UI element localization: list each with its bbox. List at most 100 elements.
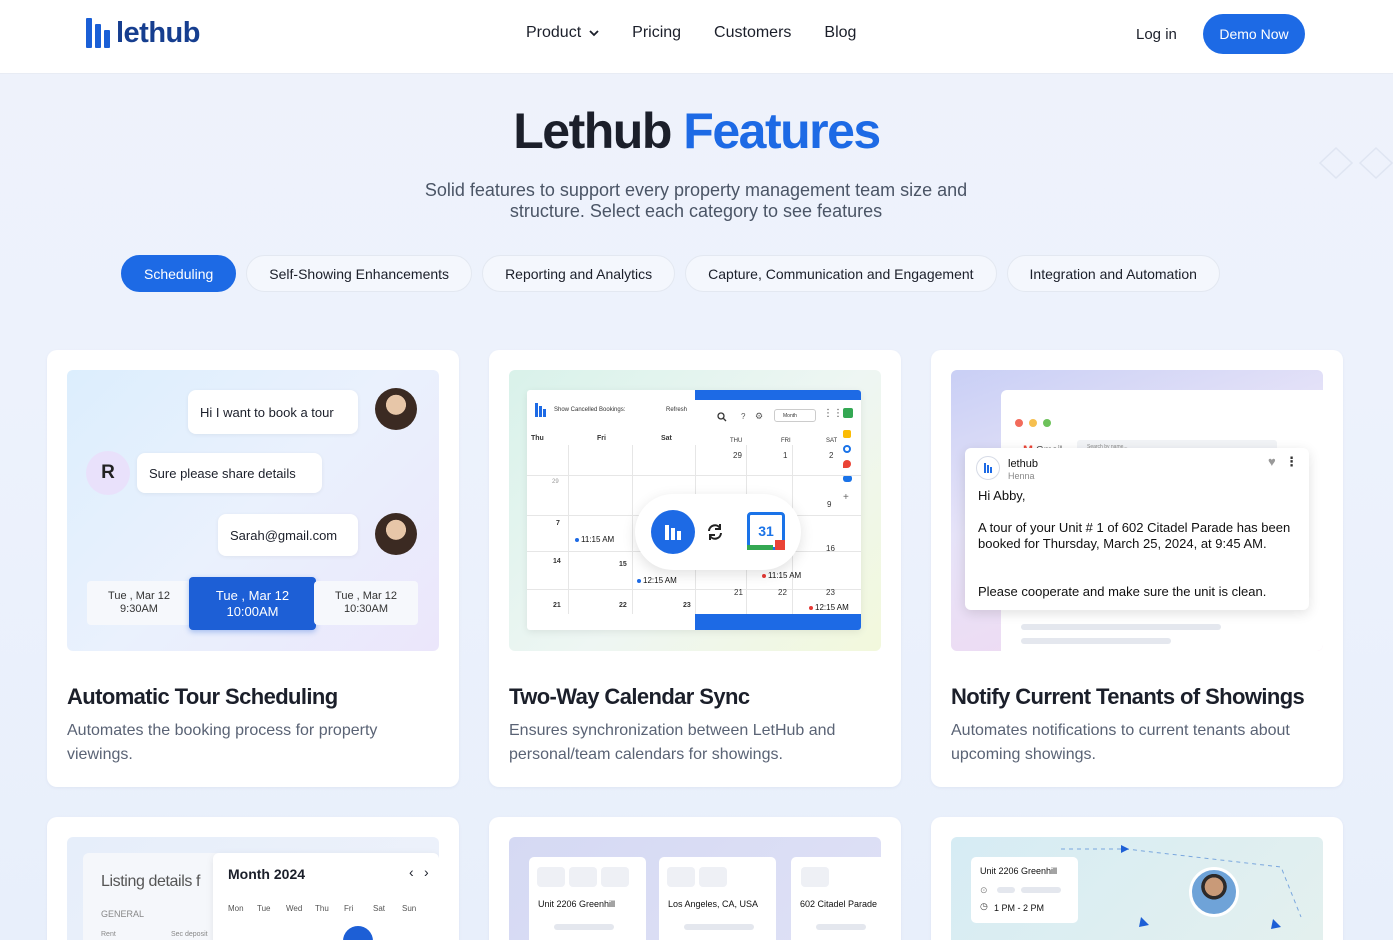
notify-tenants-illustration: M Gmail Search by name... lethub Henna ♥… bbox=[951, 370, 1323, 651]
slot-time: 10:30AM bbox=[343, 603, 389, 615]
weekday: Tue bbox=[257, 904, 271, 913]
cal-day-sat-right: SAT bbox=[826, 438, 838, 444]
date-picker: Month 2024 ‹ › Mon Tue Wed Thu Fri Sat S… bbox=[213, 853, 439, 940]
page-title: Lethub Features bbox=[0, 102, 1393, 160]
tab-integration[interactable]: Integration and Automation bbox=[1006, 255, 1220, 292]
login-link[interactable]: Log in bbox=[1136, 26, 1177, 43]
google-calendar-icon: 31 bbox=[747, 512, 785, 550]
avatar bbox=[375, 388, 417, 430]
feature-card-route[interactable]: Unit 2206 Greenhill ⊙ ◷ 1 PM - 2 PM bbox=[931, 817, 1343, 940]
property-card[interactable]: Unit 2206 Greenhill bbox=[529, 857, 646, 940]
logo-mark-icon bbox=[86, 18, 110, 48]
chat-bubble-email: Sarah@gmail.com bbox=[218, 514, 358, 556]
weekday-row: Mon Tue Wed Thu Fri Sat Sun bbox=[228, 904, 431, 913]
lethub-app-icon bbox=[651, 510, 695, 554]
slot-time: 9:30AM bbox=[120, 603, 158, 615]
apps-grid-icon[interactable]: ⋮⋮ bbox=[823, 408, 843, 419]
tab-scheduling[interactable]: Scheduling bbox=[121, 255, 237, 292]
chat-text: Sarah@gmail.com bbox=[230, 527, 338, 543]
property-location: Los Angeles, CA, USA bbox=[668, 899, 759, 909]
chat-bubble-reply: Sure please share details bbox=[137, 453, 322, 493]
email-greeting: Hi Abby, bbox=[978, 488, 1026, 503]
lethub-app-icon bbox=[976, 456, 1000, 480]
logo-mark-icon bbox=[535, 403, 546, 417]
weekday: Mon bbox=[228, 904, 244, 913]
weekday: Sat bbox=[373, 904, 386, 913]
feature-card-notify-tenants[interactable]: M Gmail Search by name... lethub Henna ♥… bbox=[931, 350, 1343, 787]
time-slot-selected[interactable]: Tue , Mar 12 10:00AM bbox=[189, 577, 316, 630]
calendar-app-icon[interactable] bbox=[843, 408, 853, 418]
month-title: Month 2024 bbox=[228, 866, 306, 882]
property-name: Unit 2206 Greenhill bbox=[538, 899, 616, 909]
chevron-left-icon[interactable]: ‹ bbox=[409, 864, 414, 880]
cal-date: 15 bbox=[619, 561, 627, 568]
keep-icon[interactable] bbox=[843, 430, 851, 438]
search-icon[interactable] bbox=[717, 412, 727, 422]
feature-card-properties[interactable]: Unit 2206 Greenhill Los Angeles, CA, USA… bbox=[489, 817, 901, 940]
gcal-number: 31 bbox=[758, 523, 774, 539]
properties-illustration: Unit 2206 Greenhill Los Angeles, CA, USA… bbox=[509, 837, 881, 940]
time-slot[interactable]: Tue , Mar 12 9:30AM bbox=[87, 581, 191, 625]
cal-date: 16 bbox=[826, 544, 835, 553]
nav-pricing[interactable]: Pricing bbox=[632, 24, 681, 42]
property-address: 602 Citadel Parade bbox=[800, 899, 878, 909]
refresh-link[interactable]: Refresh bbox=[666, 407, 687, 413]
weekday: Wed bbox=[286, 904, 303, 913]
site-header: lethub Product Pricing Customers Blog Lo… bbox=[0, 0, 1393, 74]
month-dropdown[interactable]: Month bbox=[774, 409, 816, 422]
tab-reporting[interactable]: Reporting and Analytics bbox=[482, 255, 676, 292]
feature-card-calendar-sync[interactable]: Show Cancelled Bookings: Refresh Thu Fri… bbox=[489, 350, 901, 787]
event-time: 12:15 AM bbox=[815, 603, 849, 612]
feature-card-listing[interactable]: Listing details f GENERAL Rent Sec depos… bbox=[47, 817, 459, 940]
gear-icon[interactable]: ⚙ bbox=[755, 411, 763, 422]
weekday: Sun bbox=[402, 904, 417, 913]
help-icon[interactable]: ? bbox=[741, 412, 745, 421]
chevron-down-icon bbox=[589, 30, 599, 37]
chevron-right-icon[interactable]: › bbox=[424, 864, 429, 880]
tab-self-showing[interactable]: Self-Showing Enhancements bbox=[246, 255, 473, 292]
clock-icon: ◷ bbox=[980, 901, 988, 911]
cal-day-fri: Fri bbox=[597, 435, 606, 442]
cal-day-fri-right: FRI bbox=[781, 438, 791, 444]
calendar-event[interactable]: 11:15 AM bbox=[762, 571, 801, 580]
cal-date: 9 bbox=[827, 500, 832, 509]
minimize-dot-icon bbox=[1029, 419, 1037, 427]
chat-text: Hi I want to book a tour bbox=[200, 404, 334, 420]
more-options-icon[interactable]: ⋮ bbox=[1285, 454, 1298, 470]
nav-product[interactable]: Product bbox=[526, 24, 599, 42]
tab-capture[interactable]: Capture, Communication and Engagement bbox=[685, 255, 997, 292]
cal-date: 22 bbox=[619, 602, 627, 609]
listing-rent: Rent bbox=[101, 931, 116, 938]
agent-avatar bbox=[1189, 867, 1239, 917]
demo-now-button[interactable]: Demo Now bbox=[1203, 14, 1305, 54]
nav-customers[interactable]: Customers bbox=[714, 24, 791, 42]
property-card[interactable]: Los Angeles, CA, USA bbox=[659, 857, 776, 940]
heart-icon[interactable]: ♥ bbox=[1268, 454, 1276, 470]
cal-date: 22 bbox=[778, 588, 787, 597]
event-time: 11:15 AM bbox=[768, 571, 802, 580]
selected-date-marker[interactable] bbox=[343, 926, 373, 940]
cal-date: 7 bbox=[556, 520, 560, 527]
show-cancelled-label: Show Cancelled Bookings: bbox=[554, 407, 626, 413]
showing-card[interactable]: Unit 2206 Greenhill ⊙ ◷ 1 PM - 2 PM bbox=[971, 857, 1078, 923]
event-time: 11:15 AM bbox=[581, 535, 615, 544]
notification-email: lethub Henna ♥ ⋮ Hi Abby, A tour of your… bbox=[965, 448, 1309, 610]
avatar bbox=[375, 513, 417, 555]
showing-time: 1 PM - 2 PM bbox=[994, 903, 1045, 913]
calendar-event[interactable]: 12:15 AM bbox=[637, 576, 677, 585]
calendar-event[interactable]: 11:15 AM bbox=[575, 535, 614, 544]
time-slot[interactable]: Tue , Mar 12 10:30AM bbox=[314, 581, 418, 625]
calendar-event[interactable]: 12:15 AM bbox=[809, 603, 849, 612]
category-tabs: Scheduling Self-Showing Enhancements Rep… bbox=[121, 255, 1220, 292]
nav-blog[interactable]: Blog bbox=[824, 24, 856, 42]
maximize-dot-icon bbox=[1043, 419, 1051, 427]
feature-card-tour-scheduling[interactable]: Hi I want to book a tour R Sure please s… bbox=[47, 350, 459, 787]
card-description: Automates the booking process for proper… bbox=[67, 722, 378, 763]
main-nav: Product Pricing Customers Blog bbox=[526, 24, 856, 42]
property-card[interactable]: 602 Citadel Parade bbox=[791, 857, 881, 940]
listing-deposit: Sec deposit bbox=[171, 931, 208, 938]
route-illustration: Unit 2206 Greenhill ⊙ ◷ 1 PM - 2 PM bbox=[951, 837, 1323, 940]
lethub-logo[interactable]: lethub bbox=[86, 18, 201, 48]
weekday: Fri bbox=[344, 904, 354, 913]
title-accent: Features bbox=[683, 103, 881, 159]
